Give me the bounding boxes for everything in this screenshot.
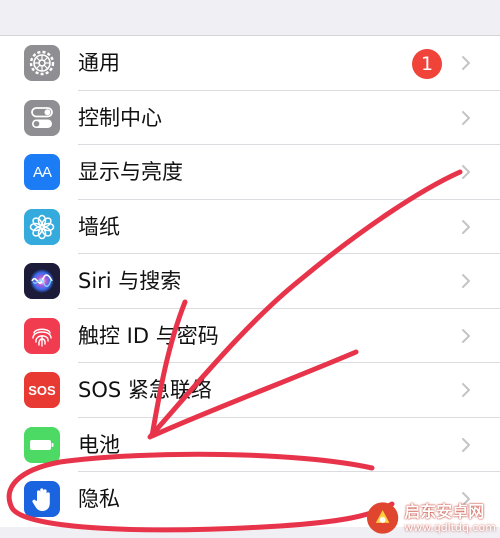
chevron-right-icon [462,165,470,179]
text-size-icon: AA [24,154,60,190]
flower-icon [24,208,60,245]
sos-icon: SOS [24,372,60,408]
gear-icon [24,45,60,81]
settings-row-wallpaper[interactable]: 墙纸 [0,200,500,254]
notification-badge: 1 [412,49,442,79]
chevron-right-icon [462,56,470,70]
watermark-name: 启东安卓网 [404,501,485,521]
settings-row-general[interactable]: 通用 1 [0,36,500,91]
hand-icon [24,481,60,517]
siri-icon [24,263,60,299]
settings-row-label: 触控 ID 与密码 [78,323,219,348]
settings-row-label: 隐私 [78,487,120,511]
chevron-right-icon [462,328,470,343]
chevron-right-icon [462,437,470,452]
settings-list: 通用 1 控制中心 AA 显示与亮度 墙纸 Siri 与搜索 触控 ID 与密码… [0,36,500,527]
chevron-right-icon [462,383,470,397]
chevron-right-icon [462,110,470,125]
settings-row-label: 电池 [78,432,120,457]
sos-glyph: SOS [28,382,56,398]
settings-row-label: Siri 与搜索 [78,269,182,293]
text-size-glyph: AA [32,163,52,181]
settings-row-sos[interactable]: SOS SOS 紧急联络 [0,363,500,418]
settings-row-label: 显示与亮度 [78,160,183,184]
toggles-icon [24,99,60,136]
settings-row-label: 控制中心 [78,105,162,130]
settings-row-siri[interactable]: Siri 与搜索 [0,254,500,309]
battery-icon [24,426,60,463]
settings-row-battery[interactable]: 电池 [0,418,500,472]
fingerprint-icon [24,317,60,354]
settings-row-label: SOS 紧急联络 [78,378,212,402]
chevron-right-icon [462,219,470,234]
settings-row-touch-id[interactable]: 触控 ID 与密码 [0,309,500,363]
watermark-url: www.qdltdq.com [404,520,496,534]
watermark-logo-icon [366,502,399,534]
settings-row-control-center[interactable]: 控制中心 [0,91,500,145]
settings-row-label: 通用 [78,51,120,75]
chevron-right-icon [462,274,470,288]
settings-row-label: 墙纸 [78,214,120,239]
watermark: 启东安卓网 www.qdltdq.com [366,500,496,536]
settings-row-display[interactable]: AA 显示与亮度 [0,145,500,200]
top-gap [0,0,500,35]
